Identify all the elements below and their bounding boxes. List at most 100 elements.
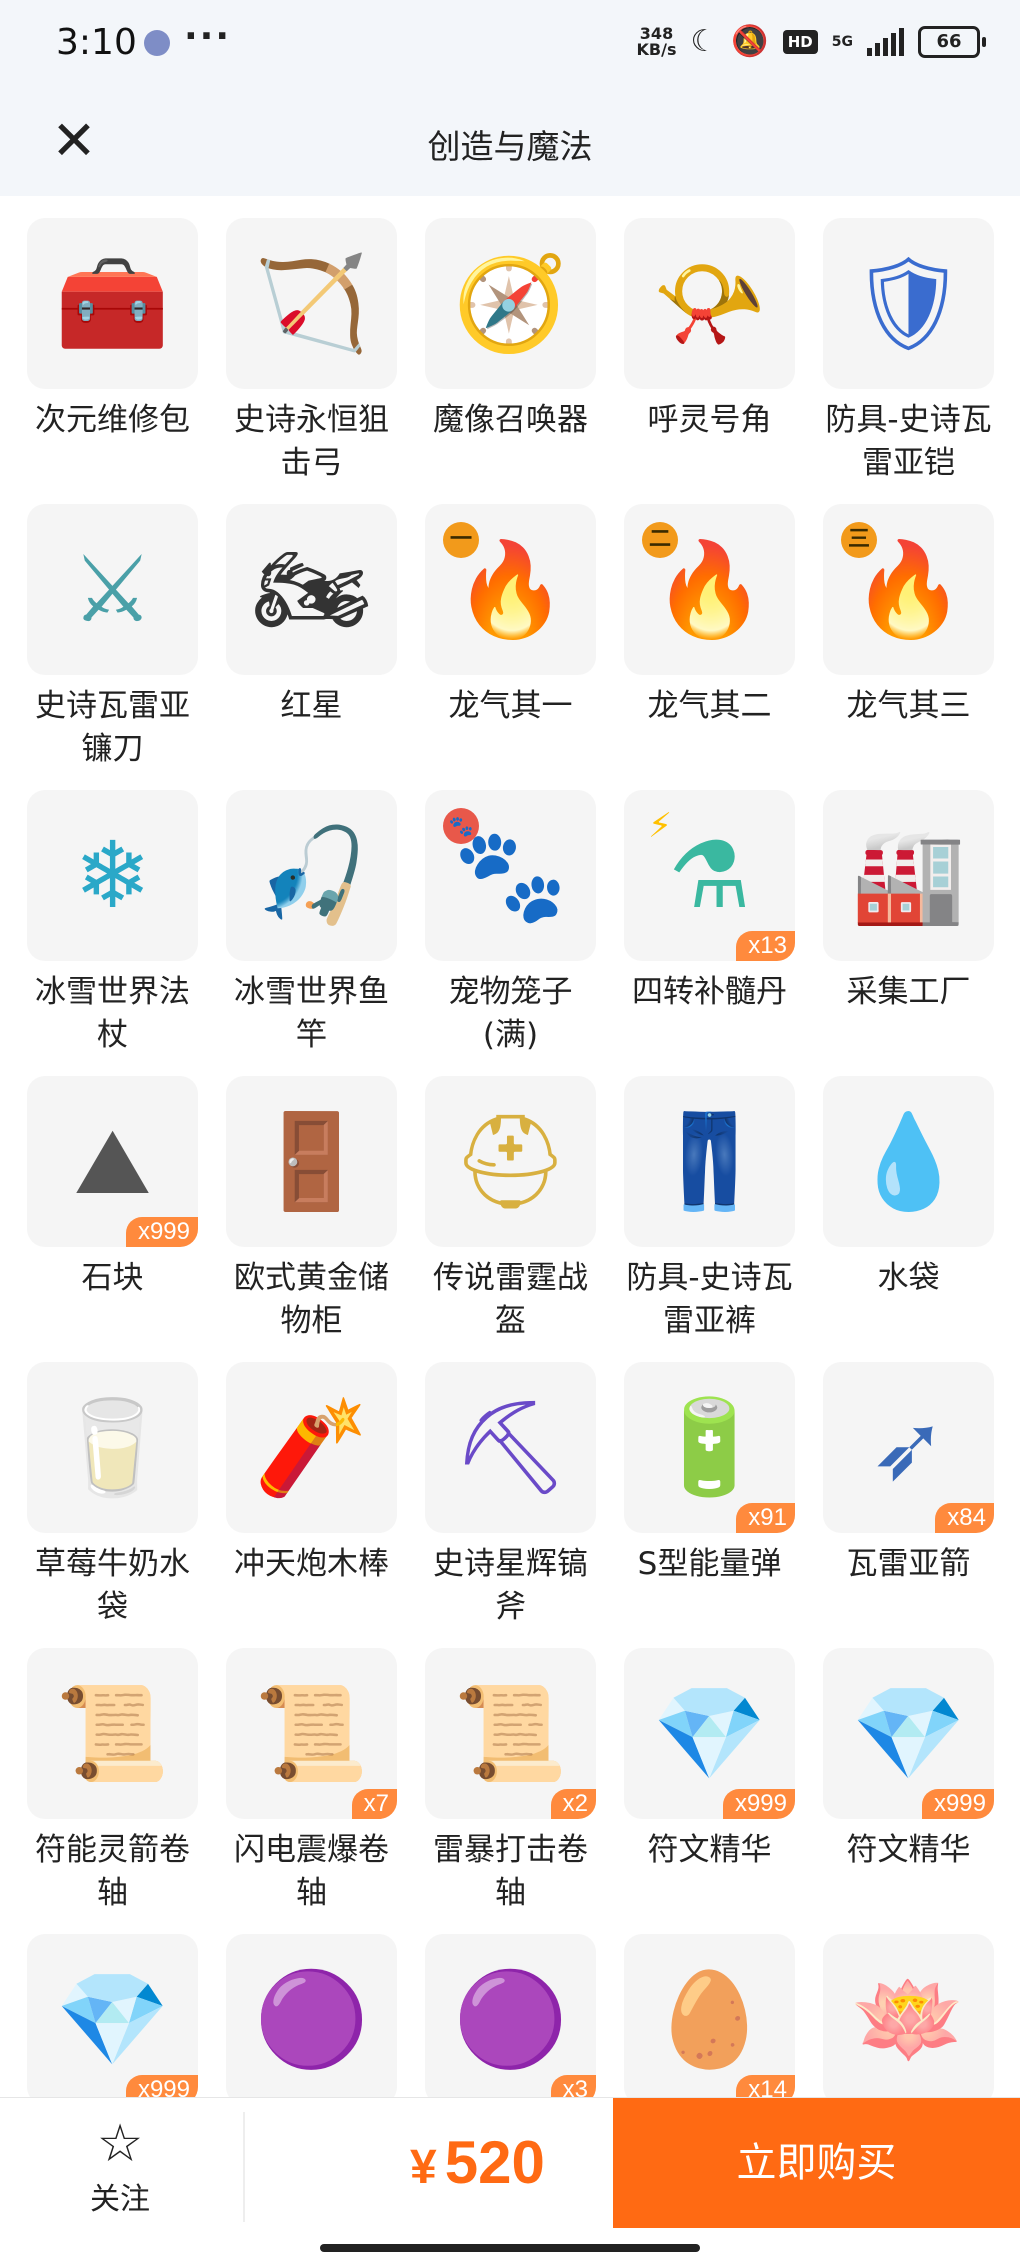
item-tile: ⛏ (425, 1362, 596, 1533)
item-card[interactable]: 🔥 三龙气其三 (823, 504, 994, 740)
item-name: 龙气其三 (846, 688, 971, 724)
item-tile: 🪷 (823, 1934, 994, 2098)
more-notifications-icon: ··· (184, 16, 232, 57)
item-card[interactable]: 📜 x2 雷暴打击卷轴 (425, 1648, 596, 1911)
follow-button[interactable]: ☆ 关注 (60, 2118, 180, 2218)
item-grid: 🧰 次元维修包 🏹 史诗永恒狙击弓 🧭 魔像召唤器 📯 呼灵号角 🛡 防具-史诗瓦雷亚铠 ⚔ 史诗瓦雷… (27, 218, 1001, 2098)
item-card[interactable]: 💧 水袋 (823, 1076, 994, 1312)
item-card[interactable]: 🧰 次元维修包 (27, 218, 198, 454)
item-image-icon: ➶ (869, 1393, 948, 1501)
item-tag-badge: 一 (443, 522, 479, 558)
item-tile: 💎 x999 (823, 1648, 994, 1819)
buy-now-button[interactable]: 立即购买 (613, 2098, 1020, 2228)
item-image-icon: 💎 (55, 1965, 170, 2073)
item-tag-badge: 二 (642, 522, 678, 558)
item-card[interactable]: 💎 x999 符文精华 (823, 1648, 994, 1884)
item-image-icon: 🥛 (55, 1393, 170, 1501)
status-icons: 348 KB/s ☾ 🔕 HD 5G 66 (636, 23, 986, 59)
item-card[interactable]: 🥚 x14 (624, 1934, 795, 2098)
network-speed: 348 KB/s (636, 23, 677, 59)
item-tile: 🔥 三 (823, 504, 994, 675)
item-tile: 🥛 (27, 1362, 198, 1533)
item-name: S型能量弹 (637, 1546, 782, 1582)
item-card[interactable]: 🧭 魔像召唤器 (425, 218, 596, 454)
divider (243, 2112, 245, 2222)
item-name: 石块 (81, 1260, 144, 1296)
item-card[interactable]: 🧨 冲天炮木棒 (226, 1362, 397, 1598)
item-name: 史诗星辉镐斧 (433, 1546, 588, 1625)
item-tile: 💎 x999 (27, 1934, 198, 2098)
signal-icon (867, 27, 904, 56)
item-tile: 📜 x7 (226, 1648, 397, 1819)
item-image-icon: 🔥 (851, 535, 966, 643)
bottom-bar: ☆ 关注 ¥520 立即购买 (0, 2098, 1020, 2228)
item-image-icon: 💎 (851, 1679, 966, 1787)
item-card[interactable]: 🪷 (823, 1934, 994, 2098)
item-card[interactable]: ❄ 冰雪世界法杖 (27, 790, 198, 1053)
item-card[interactable]: 🎣 冰雪世界鱼竿 (226, 790, 397, 1053)
quantity-badge: x2 (550, 1789, 596, 1819)
item-name: 采集工厂 (846, 974, 971, 1010)
item-card[interactable]: 🏍 红星 (226, 504, 397, 740)
item-card[interactable]: ⛏ 史诗星辉镐斧 (425, 1362, 596, 1625)
quantity-badge: x999 (722, 1789, 795, 1819)
item-card[interactable]: 🐾 🐾 宠物笼子(满) (425, 790, 596, 1053)
item-card[interactable]: 💎 x999 (27, 1934, 198, 2098)
item-card[interactable]: 🔥 二龙气其二 (624, 504, 795, 740)
item-card[interactable]: 🏹 史诗永恒狙击弓 (226, 218, 397, 481)
item-tile: 🟣 x3 (425, 1934, 596, 2098)
item-card[interactable]: 🚪 欧式黄金储物柜 (226, 1076, 397, 1339)
item-tile: 💎 x999 (624, 1648, 795, 1819)
item-tag-badge: ⚡ (648, 806, 672, 846)
item-card[interactable]: 📜 符能灵箭卷轴 (27, 1648, 198, 1911)
item-card[interactable]: ⛑ 传说雷霆战盔 (425, 1076, 596, 1339)
item-card[interactable]: 🔋 x91 S型能量弹 (624, 1362, 795, 1598)
item-name: 红星 (280, 688, 343, 724)
quantity-badge: x999 (125, 1217, 198, 1247)
item-tile: 📜 (27, 1648, 198, 1819)
item-card[interactable]: ⚔ 史诗瓦雷亚镰刀 (27, 504, 198, 767)
item-card[interactable]: ⛰ x999 石块 (27, 1076, 198, 1312)
item-name: 冰雪世界法杖 (35, 974, 190, 1053)
item-card[interactable]: ➶ x84 瓦雷亚箭 (823, 1362, 994, 1598)
item-card[interactable]: 💎 x999 符文精华 (624, 1648, 795, 1884)
item-card[interactable]: ⚗ ⚡ x13 四转补髓丹 (624, 790, 795, 1026)
item-name: 魔像召唤器 (433, 402, 588, 438)
item-card[interactable]: 🟣 (226, 1934, 397, 2098)
item-card[interactable]: 🛡 防具-史诗瓦雷亚铠 (823, 218, 994, 481)
item-tile: 🔥 一 (425, 504, 596, 675)
item-image-icon: 📜 (254, 1679, 369, 1787)
item-tile: 🏍 (226, 504, 397, 675)
item-card[interactable]: 🥛 草莓牛奶水袋 (27, 1362, 198, 1625)
item-tile: 📜 x2 (425, 1648, 596, 1819)
item-card[interactable]: 👖 防具-史诗瓦雷亚裤 (624, 1076, 795, 1339)
home-indicator[interactable] (320, 2244, 700, 2252)
item-tile: ⚔ (27, 504, 198, 675)
item-name: 史诗瓦雷亚镰刀 (35, 688, 190, 767)
item-image-icon: 💧 (851, 1107, 966, 1215)
item-image-icon: 📜 (55, 1679, 170, 1787)
item-image-icon: 🔋 (652, 1393, 767, 1501)
item-image-icon: 🏭 (851, 821, 966, 929)
item-card[interactable]: 🟣 x3 (425, 1934, 596, 2098)
item-image-icon: ⛏ (452, 1393, 569, 1501)
item-card[interactable]: 🏭 采集工厂 (823, 790, 994, 1026)
item-name: 防具-史诗瓦雷亚铠 (825, 402, 992, 481)
item-image-icon: 🧰 (55, 249, 170, 357)
item-tile: 🟣 (226, 1934, 397, 2098)
item-tile: 🧭 (425, 218, 596, 389)
item-card[interactable]: 🔥 一龙气其一 (425, 504, 596, 740)
battery-icon: 66 (918, 25, 986, 58)
network-type: 5G (831, 33, 853, 50)
item-name: 龙气其二 (647, 688, 772, 724)
item-image-icon: ⚔ (71, 535, 154, 643)
item-name: 龙气其一 (448, 688, 573, 724)
item-tile: 📯 (624, 218, 795, 389)
item-image-icon: 🚪 (254, 1107, 369, 1215)
quantity-badge: x999 (921, 1789, 994, 1819)
item-card[interactable]: 📯 呼灵号角 (624, 218, 795, 454)
item-image-icon: 🟣 (254, 1965, 369, 2073)
item-card[interactable]: 📜 x7 闪电震爆卷轴 (226, 1648, 397, 1911)
item-tile: ⛑ (425, 1076, 596, 1247)
mute-bell-icon: 🔕 (731, 24, 769, 59)
